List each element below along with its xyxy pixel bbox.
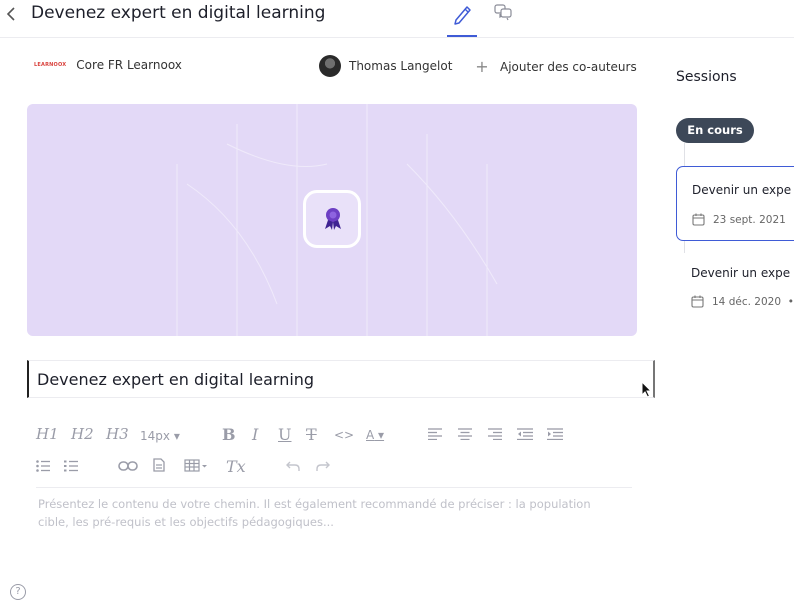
- session-date-separator: •: [787, 295, 794, 308]
- back-icon[interactable]: [4, 5, 18, 23]
- calendar-icon: [691, 295, 704, 308]
- cover-image[interactable]: [27, 104, 637, 336]
- bold-button[interactable]: B: [222, 425, 236, 444]
- indent-icon[interactable]: [547, 428, 563, 440]
- avatar: [319, 55, 341, 77]
- text-color-label: A: [366, 428, 375, 442]
- toolbar-divider: [36, 487, 632, 488]
- table-icon[interactable]: [184, 459, 208, 472]
- session-title: Devenir un expe: [692, 183, 792, 197]
- session-date: 23 sept. 2021 •: [692, 213, 794, 226]
- organization: LEARNOOX Core FR Learnoox: [34, 58, 182, 72]
- strikethrough-button[interactable]: T: [306, 425, 317, 444]
- course-title-input[interactable]: [27, 360, 655, 398]
- clear-format-button[interactable]: Tx: [226, 457, 246, 476]
- author: Thomas Langelot: [319, 55, 452, 77]
- session-date-value: 14 déc. 2020: [712, 295, 781, 308]
- align-left-icon[interactable]: [428, 428, 442, 440]
- font-size-value: 14px: [140, 429, 170, 443]
- bullet-list-icon[interactable]: [36, 460, 50, 472]
- align-right-icon[interactable]: [488, 428, 502, 440]
- description-editor[interactable]: Présentez le contenu de votre chemin. Il…: [38, 495, 602, 531]
- add-coauthors-label: Ajouter des co-auteurs: [500, 59, 637, 74]
- organization-logo: LEARNOOX: [34, 62, 67, 68]
- mouse-cursor-icon: [641, 381, 653, 398]
- italic-button[interactable]: I: [252, 425, 258, 444]
- text-color-button[interactable]: A ▾: [366, 428, 384, 442]
- cover-badge: [303, 190, 361, 248]
- session-card[interactable]: Devenir un expe 14 déc. 2020 •: [676, 253, 794, 328]
- award-ribbon-icon: [325, 208, 341, 230]
- sessions-title: Sessions: [676, 69, 737, 85]
- calendar-icon: [692, 213, 705, 226]
- file-icon[interactable]: [153, 458, 165, 472]
- help-button[interactable]: ?: [10, 584, 26, 600]
- pencil-icon: [454, 6, 471, 25]
- code-button[interactable]: <>: [334, 428, 354, 442]
- organization-name: Core FR Learnoox: [76, 58, 182, 72]
- page-title: Devenez expert en digital learning: [31, 3, 326, 23]
- add-coauthors-button[interactable]: + Ajouter des co-auteurs: [473, 57, 637, 76]
- heading-1-button[interactable]: H1: [36, 425, 59, 443]
- link-icon[interactable]: [118, 460, 138, 472]
- author-name: Thomas Langelot: [349, 59, 453, 73]
- top-bar: Devenez expert en digital learning: [0, 0, 794, 38]
- underline-button[interactable]: U: [278, 425, 291, 444]
- active-tab-indicator: [447, 35, 477, 37]
- heading-3-button[interactable]: H3: [106, 425, 129, 443]
- clear-format-label: Tx: [226, 457, 246, 476]
- undo-icon[interactable]: [286, 460, 300, 472]
- session-date-value: 23 sept. 2021: [713, 213, 786, 226]
- editor-toolbar: H1 H2 H3 14px ▾ B I U T <> A ▾ Tx: [36, 425, 636, 488]
- session-date: 14 déc. 2020 •: [691, 295, 794, 308]
- heading-2-button[interactable]: H2: [71, 425, 94, 443]
- align-center-icon[interactable]: [458, 428, 472, 440]
- numbered-list-icon[interactable]: [64, 460, 78, 472]
- tab-edit[interactable]: [448, 0, 476, 38]
- status-chip[interactable]: En cours: [676, 118, 754, 143]
- plus-icon: +: [475, 57, 489, 76]
- session-card-active[interactable]: Devenir un expe 23 sept. 2021 •: [676, 166, 794, 241]
- font-size-select[interactable]: 14px ▾: [140, 429, 180, 443]
- redo-icon[interactable]: [316, 460, 330, 472]
- session-title: Devenir un expe: [691, 266, 791, 280]
- outdent-icon[interactable]: [517, 428, 533, 440]
- tab-discussion[interactable]: [493, 2, 513, 22]
- chat-bubbles-icon: [494, 4, 512, 21]
